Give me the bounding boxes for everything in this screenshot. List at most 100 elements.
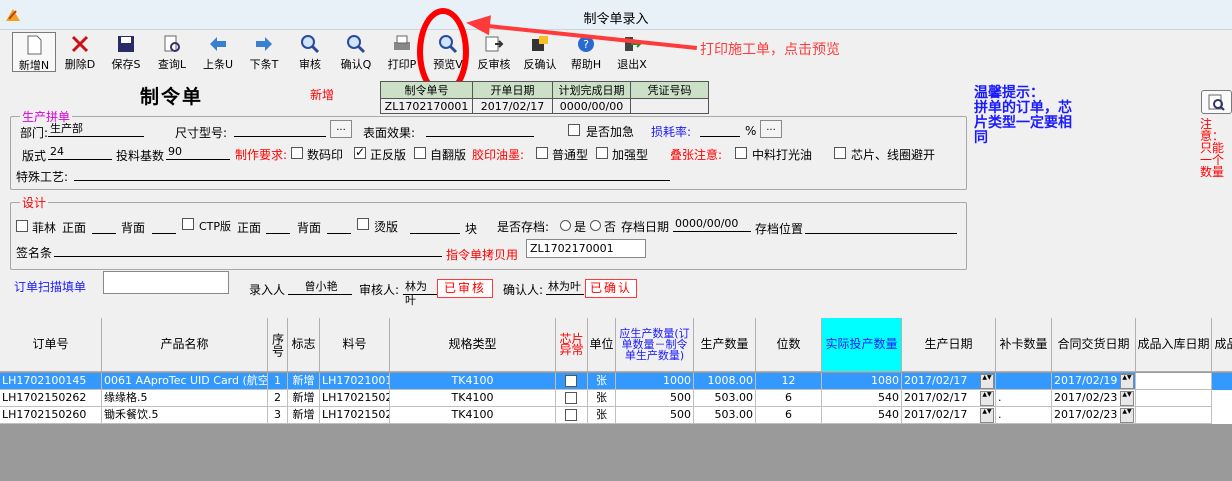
table-cell-col-delivery-date[interactable]: 2017/02/23 ▲▼ bbox=[1052, 390, 1136, 407]
glue-strong-checkbox[interactable] bbox=[596, 147, 608, 159]
next-button[interactable]: 下条T bbox=[242, 32, 286, 72]
chip-abnormal-checkbox[interactable] bbox=[565, 375, 577, 387]
film-back-field[interactable] bbox=[152, 219, 176, 234]
auditor-field[interactable]: 林为叶 bbox=[403, 280, 437, 307]
layout-field[interactable]: 24 bbox=[48, 145, 112, 160]
grid-header-col-warehouse-date[interactable]: 成品入库日期 bbox=[1136, 318, 1212, 372]
table-cell-col-digits[interactable]: 6 bbox=[756, 407, 822, 424]
table-cell-col-order-no[interactable]: LH1702100145 bbox=[0, 373, 102, 390]
table-cell-col-unit[interactable]: 张 bbox=[588, 373, 616, 390]
table-cell-col-actual-qty[interactable]: 540 bbox=[822, 390, 902, 407]
table-cell-col-warehouse-date[interactable] bbox=[1136, 407, 1212, 424]
table-cell-col-produce-qty[interactable]: 503.00 bbox=[694, 390, 756, 407]
ctp-front-field[interactable] bbox=[266, 219, 290, 234]
copy-field[interactable]: ZL1702170001 bbox=[526, 239, 646, 258]
urgent-checkbox[interactable] bbox=[568, 124, 580, 136]
archive-no-radio[interactable] bbox=[590, 220, 601, 231]
hdr-order-no[interactable]: ZL1702170001 bbox=[380, 98, 473, 114]
table-cell-col-produce-qty[interactable]: 503.00 bbox=[694, 407, 756, 424]
preview-side-button[interactable] bbox=[1201, 90, 1232, 114]
table-cell-col-product-name[interactable]: 锄禾餐饮.5 bbox=[102, 407, 268, 424]
size-ellipsis-button[interactable]: ... bbox=[330, 120, 352, 138]
table-row[interactable]: LH1702150260 锄禾餐饮.5 3 新增 LH1702150260 TK4100 张… bbox=[0, 407, 1232, 424]
hdr-plan-date[interactable]: 0000/00/00 bbox=[552, 98, 631, 114]
grid-header-col-product-name[interactable]: 产品名称 bbox=[102, 318, 268, 372]
table-cell-col-should-produce[interactable]: 500 bbox=[616, 390, 694, 407]
grid-header-col-chip-abnormal[interactable]: 芯片异常 bbox=[556, 318, 588, 372]
req-self-flip-checkbox[interactable] bbox=[414, 147, 426, 159]
table-cell-col-seq[interactable]: 3 bbox=[268, 407, 288, 424]
table-cell-col-order-no[interactable]: LH1702150260 bbox=[0, 407, 102, 424]
chip-abnormal-checkbox[interactable] bbox=[565, 392, 577, 404]
table-cell-col-produce-date[interactable]: 2017/02/17 ▲▼ bbox=[902, 407, 996, 424]
date-spinner[interactable]: ▲▼ bbox=[1120, 374, 1134, 389]
order-grid[interactable]: 订单号 产品名称 序号 标志 料号 规格类型 芯片异常 单位 应生产数量(订单数量－制令单生产数… bbox=[0, 318, 1232, 481]
grid-header-col-unit[interactable]: 单位 bbox=[588, 318, 616, 372]
date-spinner[interactable]: ▲▼ bbox=[980, 408, 994, 423]
grid-header-col-delivery-date[interactable]: 合同交货日期 bbox=[1052, 318, 1136, 372]
hdr-voucher[interactable] bbox=[630, 98, 709, 114]
surface-field[interactable] bbox=[426, 122, 534, 137]
stack-varnish-checkbox[interactable] bbox=[735, 147, 747, 159]
new-button[interactable]: 新增N bbox=[12, 32, 56, 72]
grid-header-col-flag[interactable]: 标志 bbox=[288, 318, 320, 372]
hot-stamp-field[interactable] bbox=[410, 219, 460, 234]
req-duplex-checkbox[interactable] bbox=[354, 145, 366, 159]
date-spinner[interactable]: ▲▼ bbox=[980, 374, 994, 389]
loss-field[interactable] bbox=[700, 122, 740, 137]
confirm-button[interactable]: 确认Q bbox=[334, 32, 378, 72]
special-field[interactable] bbox=[74, 166, 670, 181]
size-field[interactable] bbox=[234, 122, 326, 137]
hdr-date[interactable]: 2017/02/17 bbox=[472, 98, 553, 114]
scan-input[interactable] bbox=[103, 271, 229, 294]
table-cell-col-produce-date[interactable]: 2017/02/17 ▲▼ bbox=[902, 373, 996, 390]
archive-date-field[interactable]: 0000/00/00 bbox=[673, 217, 751, 232]
table-row[interactable]: LH1702100145 0061 AAproTec UID Card (航空 1 新… bbox=[0, 373, 1232, 390]
table-cell-col-flag[interactable]: 新增 bbox=[288, 373, 320, 390]
grid-header-col-produce-date[interactable]: 生产日期 bbox=[902, 318, 996, 372]
grid-header-col-spec-type[interactable]: 规格类型 bbox=[390, 318, 556, 372]
table-cell-col-warehouse-date[interactable] bbox=[1136, 373, 1212, 390]
delete-button[interactable]: 删除D bbox=[58, 32, 102, 72]
archive-yes-radio[interactable] bbox=[560, 220, 571, 231]
table-cell-col-should-produce[interactable]: 500 bbox=[616, 407, 694, 424]
table-cell-col-product-name[interactable]: 缘缘格.5 bbox=[102, 390, 268, 407]
table-cell-col-produce-qty[interactable]: 1008.00 bbox=[694, 373, 756, 390]
table-cell-col-digits[interactable]: 12 bbox=[756, 373, 822, 390]
table-cell-col-spec-type[interactable]: TK4100 bbox=[390, 373, 556, 390]
table-cell-col-actual-qty[interactable]: 1080 bbox=[822, 373, 902, 390]
table-cell-col-material-no[interactable]: LH1702150262 bbox=[320, 390, 390, 407]
grid-header-col-actual-qty[interactable]: 实际投产数量 bbox=[822, 318, 902, 372]
grid-header-col-should-produce[interactable]: 应生产数量(订单数量－制令单生产数量) bbox=[616, 318, 694, 372]
table-cell-col-product-name[interactable]: 0061 AAproTec UID Card (航空 bbox=[102, 373, 268, 390]
table-cell-col-chip-abnormal[interactable] bbox=[556, 373, 588, 390]
glue-normal-checkbox[interactable] bbox=[536, 147, 548, 159]
table-cell-col-delivery-date[interactable]: 2017/02/23 ▲▼ bbox=[1052, 407, 1136, 424]
table-cell-col-actual-qty[interactable]: 540 bbox=[822, 407, 902, 424]
date-spinner[interactable]: ▲▼ bbox=[1120, 408, 1134, 423]
dept-field[interactable]: 生产部 bbox=[48, 122, 144, 137]
table-cell-col-produce-date[interactable]: 2017/02/17 ▲▼ bbox=[902, 390, 996, 407]
table-cell-col-material-no[interactable]: LH1702150260 bbox=[320, 407, 390, 424]
grid-header-col-digits[interactable]: 位数 bbox=[756, 318, 822, 372]
table-cell-col-chip-abnormal[interactable] bbox=[556, 390, 588, 407]
date-spinner[interactable]: ▲▼ bbox=[980, 391, 994, 406]
hot-stamp-checkbox[interactable] bbox=[357, 218, 369, 230]
unaudit-button[interactable]: 反审核 bbox=[472, 32, 516, 72]
query-button[interactable]: 查询L bbox=[150, 32, 194, 72]
table-row[interactable]: LH1702150262 缘缘格.5 2 新增 LH1702150262 TK4100 张 5… bbox=[0, 390, 1232, 407]
table-cell-col-warehouse-date[interactable] bbox=[1136, 390, 1212, 407]
audit-button[interactable]: 审核 bbox=[288, 32, 332, 72]
table-cell-col-flag[interactable]: 新增 bbox=[288, 390, 320, 407]
table-cell-col-spec-type[interactable]: TK4100 bbox=[390, 407, 556, 424]
table-cell-col-delivery-date[interactable]: 2017/02/19 ▲▼ bbox=[1052, 373, 1136, 390]
chip-abnormal-checkbox[interactable] bbox=[565, 409, 577, 421]
grid-header-col-produce-qty[interactable]: 生产数量 bbox=[694, 318, 756, 372]
grid-header-col-material-no[interactable]: 料号 bbox=[320, 318, 390, 372]
table-cell-col-flag[interactable]: 新增 bbox=[288, 407, 320, 424]
prev-button[interactable]: 上条U bbox=[196, 32, 240, 72]
table-cell-col-order-no[interactable]: LH1702150262 bbox=[0, 390, 102, 407]
base-field[interactable]: 90 bbox=[166, 145, 230, 160]
table-cell-col-supplement-qty[interactable]: . bbox=[996, 407, 1052, 424]
table-cell-col-chip-abnormal[interactable] bbox=[556, 407, 588, 424]
